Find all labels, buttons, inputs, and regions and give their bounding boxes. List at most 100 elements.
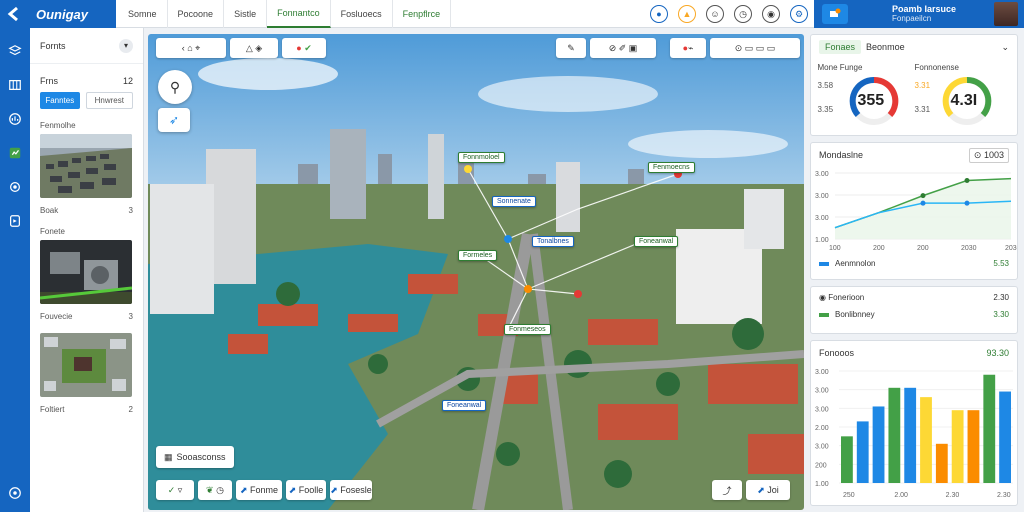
bar bbox=[904, 387, 917, 483]
right-panel: Fonaes Beonmoe ⌄ Mone Funge 3.58 3.35 35… bbox=[810, 34, 1021, 512]
data-point bbox=[964, 178, 970, 184]
person-icon[interactable]: ⚲ bbox=[158, 70, 192, 104]
thumbnail-machinery[interactable] bbox=[39, 240, 133, 304]
status-row-1-value: 2.30 bbox=[993, 293, 1009, 302]
app-logo-icon[interactable] bbox=[0, 0, 30, 28]
left-panel-header: Fornts ▾ bbox=[30, 28, 143, 64]
layers-icon[interactable] bbox=[4, 40, 26, 62]
x-tick-label: 100 bbox=[829, 245, 841, 252]
thumbnail-title: Fonete bbox=[40, 227, 65, 236]
bottom-button-2[interactable]: ⬈ Foolle bbox=[286, 480, 326, 500]
map-pin-label[interactable]: Foneanwal bbox=[634, 236, 679, 247]
top-tabs: Somne Pocoone Sistle Fonnantco Fosluoecs… bbox=[118, 0, 452, 28]
x-tick-label: 200 bbox=[917, 245, 929, 252]
x-tick-label: 2.30 bbox=[946, 492, 960, 499]
share-button[interactable]: ⬈ Joi bbox=[746, 480, 790, 500]
clock-icon[interactable]: ◷ bbox=[734, 5, 752, 23]
x-tick-label: 2030 bbox=[961, 245, 977, 252]
tab-performance[interactable]: Fenpflrce bbox=[393, 0, 452, 28]
user-block[interactable]: Poamb Iarsuce Fonpaeilcn bbox=[814, 0, 1024, 28]
line-chart-value[interactable]: ⊙ 1003 bbox=[968, 147, 1009, 163]
filter-secondary-button[interactable]: Hnwrest bbox=[85, 92, 133, 109]
filter-section-label: Frns bbox=[40, 76, 58, 86]
messages-icon[interactable]: ☺ bbox=[706, 5, 724, 23]
gauges-card: Fonaes Beonmoe ⌄ Mone Funge 3.58 3.35 35… bbox=[810, 34, 1018, 136]
thumbnail-caption: Boak bbox=[40, 206, 59, 215]
tab-active[interactable]: Fonaes bbox=[819, 40, 862, 54]
map-pin-label[interactable]: Fenmoecns bbox=[648, 162, 695, 173]
line-chart-header: Mondaslne ⊙ 1003 bbox=[811, 143, 1017, 167]
map-pin-label[interactable]: Fonnmoloel bbox=[458, 152, 505, 163]
notifications-icon[interactable]: ● bbox=[650, 5, 668, 23]
bar bbox=[920, 397, 932, 483]
legend-value: 5.53 bbox=[993, 259, 1009, 268]
chevron-down-icon[interactable]: ▾ bbox=[119, 38, 133, 53]
bar bbox=[856, 421, 869, 483]
bar-chart-header: Fonooos 93.30 bbox=[811, 341, 1017, 365]
gauge-bottom-value: 3.31 bbox=[914, 105, 931, 114]
line-chart-card: Mondaslne ⊙ 1003 3.00 3.00 3.00 1.00 100 200 2… bbox=[810, 142, 1021, 280]
edit-tools[interactable]: ⊘ ✐ ▣ bbox=[590, 38, 656, 58]
bottom-button-1[interactable]: ⬈ Fonme bbox=[236, 480, 282, 500]
analytics-icon[interactable] bbox=[4, 108, 26, 130]
gauge-2: Fonnonense 3.31 3.31 4.3I bbox=[915, 63, 1011, 129]
map-pin-label[interactable]: Sonnenate bbox=[492, 196, 536, 207]
filter-section: Frns 12 Fanntes Hnwrest Fenmolhe Boak 3 … bbox=[30, 64, 143, 414]
view-tools[interactable]: ⊙ ▭ ▭ ▭ bbox=[710, 38, 800, 58]
measure-tools[interactable]: △ ◈ bbox=[230, 38, 278, 58]
network-icon[interactable]: ⚙ bbox=[790, 5, 808, 23]
tab-home[interactable]: Somne bbox=[118, 0, 168, 28]
compass-icon[interactable]: ➶ bbox=[158, 108, 190, 132]
chat-icon[interactable]: ◉ bbox=[762, 5, 780, 23]
map-pin-label[interactable]: Fonmeseos bbox=[504, 324, 551, 335]
user-role: Fonpaeilcn bbox=[892, 14, 932, 23]
navigation-group[interactable]: ‹ ⌂ ⌖ bbox=[156, 38, 226, 58]
brand-name[interactable]: Ounigay bbox=[30, 0, 116, 28]
y-tick-label: 2.00 bbox=[815, 425, 829, 432]
bar-chart-value: 93.30 bbox=[986, 348, 1009, 358]
tab-other[interactable]: Beonmoe bbox=[866, 42, 905, 52]
map-status-label: Sooasconss bbox=[176, 452, 226, 462]
apps-icon[interactable] bbox=[822, 4, 848, 24]
avatar[interactable] bbox=[994, 2, 1018, 26]
gauge-bottom-value: 3.35 bbox=[817, 105, 834, 114]
thumbnail-site-plan[interactable] bbox=[40, 333, 132, 397]
y-tick-label: 200 bbox=[815, 462, 827, 469]
filter-tools[interactable]: ● ⌁ bbox=[670, 38, 706, 58]
bottom-button-3[interactable]: ⬈ Fosesle bbox=[330, 480, 372, 500]
y-tick-label: 3.00 bbox=[815, 215, 829, 222]
map-pin-label[interactable]: Tonalbnes bbox=[532, 236, 574, 247]
x-tick-label: 2030 bbox=[1005, 245, 1017, 252]
map-pin-label[interactable]: Foneanwal bbox=[442, 400, 487, 411]
tab-monitoring[interactable]: Fonnantco bbox=[267, 0, 331, 28]
layer-tools[interactable]: ● ✔ bbox=[282, 38, 326, 58]
thumbnail-aerial-city[interactable] bbox=[40, 134, 132, 198]
left-panel-title: Fornts bbox=[40, 40, 66, 51]
draw-icon[interactable]: ✎ bbox=[556, 38, 586, 58]
map-toolbar-right: ✎ ⊘ ✐ ▣ bbox=[556, 38, 656, 58]
alerts-icon[interactable]: ▲ bbox=[678, 5, 696, 23]
bar bbox=[967, 410, 980, 483]
reports-icon[interactable] bbox=[4, 142, 26, 164]
bar bbox=[888, 387, 901, 483]
leaf-icon[interactable]: ❦ ◷ bbox=[198, 480, 232, 500]
tab-process[interactable]: Pocoone bbox=[168, 0, 225, 28]
thumbnail-caption: Fouvecie bbox=[40, 312, 73, 321]
chevron-down-icon[interactable]: ⌄ bbox=[1001, 42, 1009, 53]
map-status-bar[interactable]: ▦ Sooasconss bbox=[156, 446, 234, 468]
filter-primary-button[interactable]: Fanntes bbox=[40, 92, 80, 109]
line-chart-legend: Aenmnolon 5.53 bbox=[811, 255, 1017, 272]
map-pin-label[interactable]: Formeles bbox=[458, 250, 498, 261]
bar bbox=[999, 391, 1011, 483]
map-view[interactable]: ‹ ⌂ ⌖ △ ◈ ● ✔ ✎ ⊘ ✐ ▣ ● ⌁ ⊙ ▭ ▭ ▭ ⚲ ➶ Fon… bbox=[148, 34, 804, 510]
route-icon[interactable]: ⤴ bbox=[712, 480, 742, 500]
tab-resources[interactable]: Fosluoecs bbox=[331, 0, 393, 28]
tab-site[interactable]: Sistle bbox=[224, 0, 268, 28]
gauge-center-value: 355 bbox=[857, 92, 885, 109]
history-icon[interactable] bbox=[4, 210, 26, 232]
y-tick-label: 3.00 bbox=[815, 406, 829, 413]
help-icon[interactable] bbox=[4, 482, 26, 504]
check-icon[interactable]: ✓ ▿ bbox=[156, 480, 194, 500]
map-icon[interactable] bbox=[4, 74, 26, 96]
settings-icon[interactable] bbox=[4, 176, 26, 198]
